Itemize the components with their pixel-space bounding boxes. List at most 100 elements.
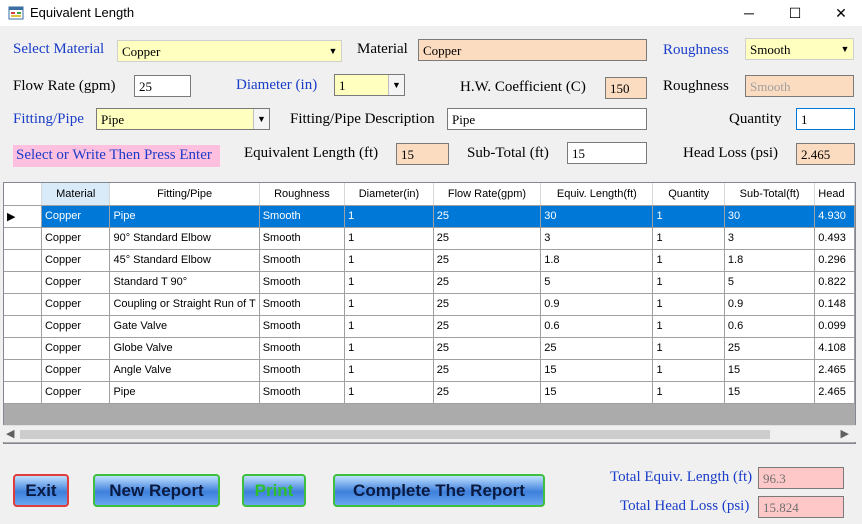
table-cell[interactable]: 15	[540, 359, 654, 382]
diameter-combo[interactable]: 1 ▼	[334, 74, 405, 96]
table-cell[interactable]: Angle Valve	[109, 359, 260, 382]
table-cell[interactable]: Standard T 90°	[109, 271, 260, 294]
column-header[interactable]: Flow Rate(gpm)	[433, 183, 542, 206]
table-cell[interactable]: 25	[433, 205, 542, 228]
table-cell[interactable]: 0.148	[814, 293, 855, 316]
row-header[interactable]	[4, 359, 42, 382]
row-header[interactable]	[4, 293, 42, 316]
total-equiv-length-field[interactable]: 96.3	[758, 467, 844, 489]
row-header[interactable]	[4, 381, 42, 404]
table-cell[interactable]: 1	[344, 381, 434, 404]
table-cell[interactable]: 15	[724, 381, 816, 404]
table-cell[interactable]: 1	[652, 315, 725, 338]
table-cell[interactable]: Smooth	[259, 381, 346, 404]
table-cell[interactable]: Copper	[41, 315, 111, 338]
fitting-pipe-combo[interactable]: Pipe ▼	[96, 108, 270, 130]
table-cell[interactable]: 25	[433, 249, 542, 272]
subtotal-input[interactable]: 15	[567, 142, 647, 164]
maximize-button[interactable]: ☐	[772, 0, 818, 26]
table-cell[interactable]: Copper	[41, 293, 111, 316]
table-cell[interactable]: 2.465	[814, 359, 855, 382]
table-cell[interactable]: Pipe	[109, 381, 260, 404]
table-row[interactable]: Copper Coupling or Straight Run of T Smoot…	[4, 293, 855, 316]
chevron-down-icon[interactable]: ▼	[325, 41, 341, 61]
table-row[interactable]: ▶ Copper Pipe Smooth 1 25 30 1 30 4.930	[4, 205, 855, 228]
table-cell[interactable]: 1	[344, 337, 434, 360]
chevron-right-icon[interactable]: ▶	[841, 427, 849, 440]
table-cell[interactable]: Smooth	[259, 205, 346, 228]
column-header[interactable]: Material	[41, 183, 111, 206]
table-row[interactable]: Copper Standard T 90° Smooth 1 25 5 1 5 0.822	[4, 271, 855, 294]
table-cell[interactable]: 0.822	[814, 271, 855, 294]
table-cell[interactable]: 30	[724, 205, 816, 228]
column-header[interactable]: Sub-Total(ft)	[724, 183, 816, 206]
table-cell[interactable]: 1	[652, 227, 725, 250]
table-cell[interactable]: 0.493	[814, 227, 855, 250]
table-cell[interactable]: Copper	[41, 337, 111, 360]
chevron-down-icon[interactable]: ▼	[388, 75, 404, 95]
table-cell[interactable]: 1	[652, 205, 725, 228]
row-header[interactable]	[4, 227, 42, 250]
table-cell[interactable]: 1	[652, 293, 725, 316]
table-cell[interactable]: Copper	[41, 359, 111, 382]
table-cell[interactable]: 1	[344, 293, 434, 316]
print-button[interactable]: Print	[242, 474, 306, 507]
table-cell[interactable]: 1	[652, 381, 725, 404]
table-cell[interactable]: 1	[344, 249, 434, 272]
table-cell[interactable]: 30	[540, 205, 654, 228]
exit-button[interactable]: Exit	[13, 474, 69, 507]
table-cell[interactable]: Smooth	[259, 359, 346, 382]
table-cell[interactable]: Coupling or Straight Run of T	[109, 293, 260, 316]
close-button[interactable]: ✕	[818, 0, 862, 26]
table-cell[interactable]: Globe Valve	[109, 337, 260, 360]
table-cell[interactable]: 1	[344, 359, 434, 382]
complete-report-button[interactable]: Complete The Report	[333, 474, 545, 507]
table-cell[interactable]: 1	[652, 249, 725, 272]
minimize-button[interactable]: ─	[726, 0, 772, 26]
table-cell[interactable]: Copper	[41, 205, 111, 228]
table-cell[interactable]: 25	[433, 337, 542, 360]
row-header[interactable]	[4, 315, 42, 338]
fitting-description-input[interactable]: Pipe	[447, 108, 647, 130]
table-cell[interactable]: 25	[724, 337, 816, 360]
table-cell[interactable]: 1.8	[724, 249, 816, 272]
table-cell[interactable]: 1	[652, 271, 725, 294]
table-cell[interactable]: 0.9	[540, 293, 654, 316]
table-row[interactable]: Copper Angle Valve Smooth 1 25 15 1 15 2.465	[4, 359, 855, 382]
table-cell[interactable]: 1	[344, 227, 434, 250]
table-cell[interactable]: 0.099	[814, 315, 855, 338]
row-header[interactable]	[4, 271, 42, 294]
table-cell[interactable]: 25	[433, 227, 542, 250]
table-cell[interactable]: 15	[724, 359, 816, 382]
row-header[interactable]: ▶	[4, 205, 42, 228]
table-cell[interactable]: 25	[540, 337, 654, 360]
flow-rate-input[interactable]: 25	[134, 75, 191, 97]
total-head-loss-field[interactable]: 15.824	[758, 496, 844, 518]
column-header[interactable]: Fitting/Pipe	[109, 183, 260, 206]
column-header[interactable]: Quantity	[652, 183, 725, 206]
equivalent-length-field[interactable]: 15	[396, 143, 449, 165]
row-header[interactable]	[4, 337, 42, 360]
table-cell[interactable]: Smooth	[259, 227, 346, 250]
table-cell[interactable]: 4.930	[814, 205, 855, 228]
column-header[interactable]: Diameter(in)	[344, 183, 434, 206]
chevron-down-icon[interactable]: ▼	[837, 39, 853, 59]
table-cell[interactable]: 1	[652, 359, 725, 382]
table-cell[interactable]: 45° Standard Elbow	[109, 249, 260, 272]
table-cell[interactable]: 1.8	[540, 249, 654, 272]
roughness-select-combo[interactable]: Smooth ▼	[745, 38, 854, 60]
table-cell[interactable]: Copper	[41, 249, 111, 272]
row-header[interactable]	[4, 249, 42, 272]
table-cell[interactable]: 15	[540, 381, 654, 404]
report-grid[interactable]: Material Fitting/Pipe Roughness Diameter…	[3, 182, 856, 444]
table-cell[interactable]: 3	[540, 227, 654, 250]
table-cell[interactable]: Smooth	[259, 315, 346, 338]
table-cell[interactable]: 5	[724, 271, 816, 294]
table-cell[interactable]: Smooth	[259, 293, 346, 316]
table-row[interactable]: Copper Pipe Smooth 1 25 15 1 15 2.465	[4, 381, 855, 404]
table-cell[interactable]: Gate Valve	[109, 315, 260, 338]
column-header[interactable]: Head	[814, 183, 855, 206]
table-cell[interactable]: Smooth	[259, 337, 346, 360]
table-row[interactable]: Copper Globe Valve Smooth 1 25 25 1 25 4.108	[4, 337, 855, 360]
chevron-left-icon[interactable]: ◀	[6, 427, 14, 440]
